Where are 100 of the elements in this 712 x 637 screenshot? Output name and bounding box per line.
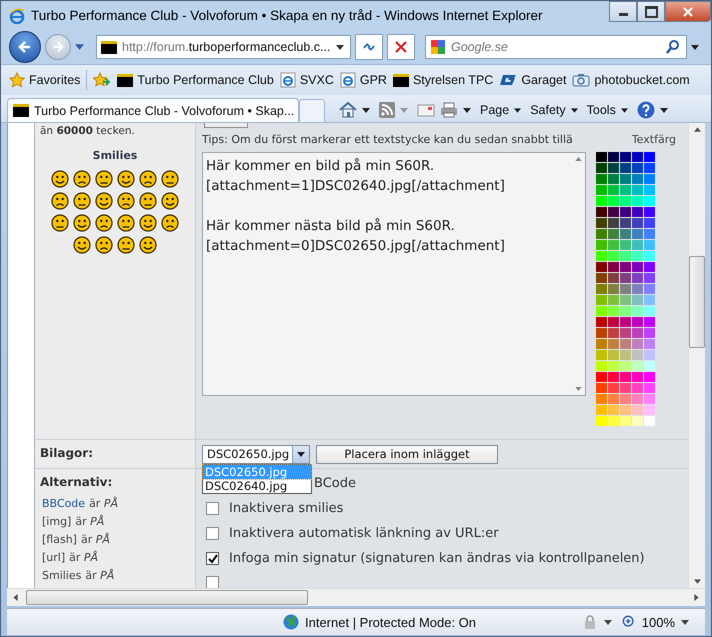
mail-icon[interactable] [417,103,435,117]
smiley-icon[interactable] [51,170,69,188]
caret-icon[interactable] [691,44,699,50]
smiley-icon[interactable] [51,192,69,210]
checkbox[interactable] [206,527,219,540]
page-icon [280,72,296,88]
place-inline-button[interactable]: Placera inom inlägget [316,444,498,464]
smiley-icon[interactable] [161,214,179,232]
search-provider-icon [430,39,446,55]
smiley-icon[interactable] [95,192,113,210]
site-favicon-icon [13,104,29,117]
caret-icon[interactable] [604,620,612,624]
smilies-heading: Smilies [92,149,138,162]
smiley-icon[interactable] [95,236,113,254]
dropdown-option[interactable]: DSC02640.jpg [203,479,311,493]
attachment-select[interactable]: DSC02650.jpg [202,444,310,464]
smiley-icon[interactable] [161,170,179,188]
feed-icon[interactable] [379,102,395,118]
favorite-link[interactable]: Turbo Performance Club [117,73,274,87]
smiley-icon[interactable] [73,236,91,254]
smiley-icon[interactable] [139,236,157,254]
scroll-thumb[interactable] [26,590,308,605]
scroll-thumb[interactable] [689,256,705,348]
back-button[interactable] [9,31,41,63]
options-label: Alternativ: [39,474,114,491]
checkbox-label: Infoga min signatur (signaturen kan ändras via kontrollpanelen) [229,551,645,566]
forward-button[interactable] [45,34,71,60]
checkbox[interactable] [206,552,219,565]
favorite-link[interactable]: GPR [340,72,387,88]
smiley-icon[interactable] [95,170,113,188]
character-limit-text: än 60000 tecken. [39,125,136,137]
zoom-level-button[interactable]: 100% [642,614,675,630]
option-tag: [flash] [42,531,77,549]
smiley-icon[interactable] [117,236,135,254]
smiley-icon[interactable] [73,214,91,232]
scroll-down-icon[interactable] [574,387,582,391]
refresh-icon [361,40,377,54]
command-menu[interactable]: Safety [530,103,566,117]
browser-logo-icon [9,8,25,24]
caret-icon[interactable] [570,108,578,112]
smiley-icon[interactable] [139,170,157,188]
caret-icon[interactable] [620,108,628,112]
address-field[interactable]: http://forum.turboperformanceclub.c... [96,35,351,59]
site-favicon-icon [101,40,117,54]
option-tag: Smilies [42,567,82,585]
smiley-icon[interactable] [139,214,157,232]
home-icon[interactable] [339,102,357,118]
vertical-scrollbar[interactable] [688,123,705,588]
bbcode-link[interactable]: BBCode [42,495,86,513]
command-menu[interactable]: Tools [586,103,616,117]
caret-icon[interactable] [514,108,522,112]
favorites-button[interactable]: Favorites [9,72,80,88]
caret-icon[interactable] [681,620,689,624]
option-status: är PÅ [75,514,104,530]
caret-icon[interactable] [362,108,370,112]
smiley-icon[interactable] [95,214,113,232]
search-field[interactable]: Google.se [425,35,687,59]
horizontal-scrollbar[interactable] [7,588,705,606]
favorite-link[interactable]: Garaget [499,73,566,87]
smiley-icon[interactable] [139,192,157,210]
maximize-icon [644,6,658,18]
smiley-icon[interactable] [117,192,135,210]
checkbox[interactable] [206,576,219,588]
checkbox[interactable] [206,502,219,515]
search-icon[interactable] [665,39,681,55]
caret-icon[interactable] [336,44,344,50]
close-button[interactable] [665,1,711,22]
color-palette[interactable] [596,152,655,426]
globe-icon [283,614,299,630]
print-icon[interactable] [440,102,458,118]
browser-tab[interactable]: Turbo Performance Club - Volvoforum • Skap... [7,98,299,122]
tips-text: Tips: Om du först markerar ett textstycke kan du sedan snabbt tillä [202,133,573,146]
smiley-icon[interactable] [73,192,91,210]
stop-button[interactable] [387,34,415,60]
window-title: Turbo Performance Club - Volvoforum • Skapa en ny tråd - Windows Internet Explorer [31,8,544,23]
message-textarea[interactable]: Här kommer en bild på min S60R. [attachment=1]DSC02640.jpg[/attachment] Här kommer nästa bild på min S60R. [attachment=0]DSC02650.jpg[/attachment] [202,152,586,396]
smiley-icon[interactable] [117,170,135,188]
smiley-icon[interactable] [51,214,69,232]
smiley-icon[interactable] [73,170,91,188]
scroll-right-icon[interactable] [694,594,699,601]
option-status: är PÅ [89,496,118,512]
favorite-link[interactable]: photobucket.com [572,73,690,87]
page-icon [340,72,356,88]
scroll-down-icon[interactable] [694,579,700,584]
site-favicon-icon [117,74,134,86]
refresh-button[interactable] [355,34,383,60]
favorite-link[interactable]: Styrelsen TPC [392,73,494,87]
command-menu[interactable]: Page [480,103,510,117]
smiley-icon[interactable] [117,214,135,232]
smiley-icon[interactable] [161,192,179,210]
scroll-up-icon[interactable] [574,157,582,161]
maximize-button[interactable] [637,1,665,22]
caret-icon[interactable] [660,108,668,112]
minimize-button[interactable] [609,1,637,22]
caret-icon[interactable] [463,108,471,112]
help-icon[interactable] [636,101,655,119]
scroll-left-icon[interactable] [13,594,18,601]
add-favorite-icon[interactable] [93,72,112,88]
favorite-link[interactable]: SVXC [280,72,334,88]
scroll-up-icon[interactable] [694,127,700,132]
